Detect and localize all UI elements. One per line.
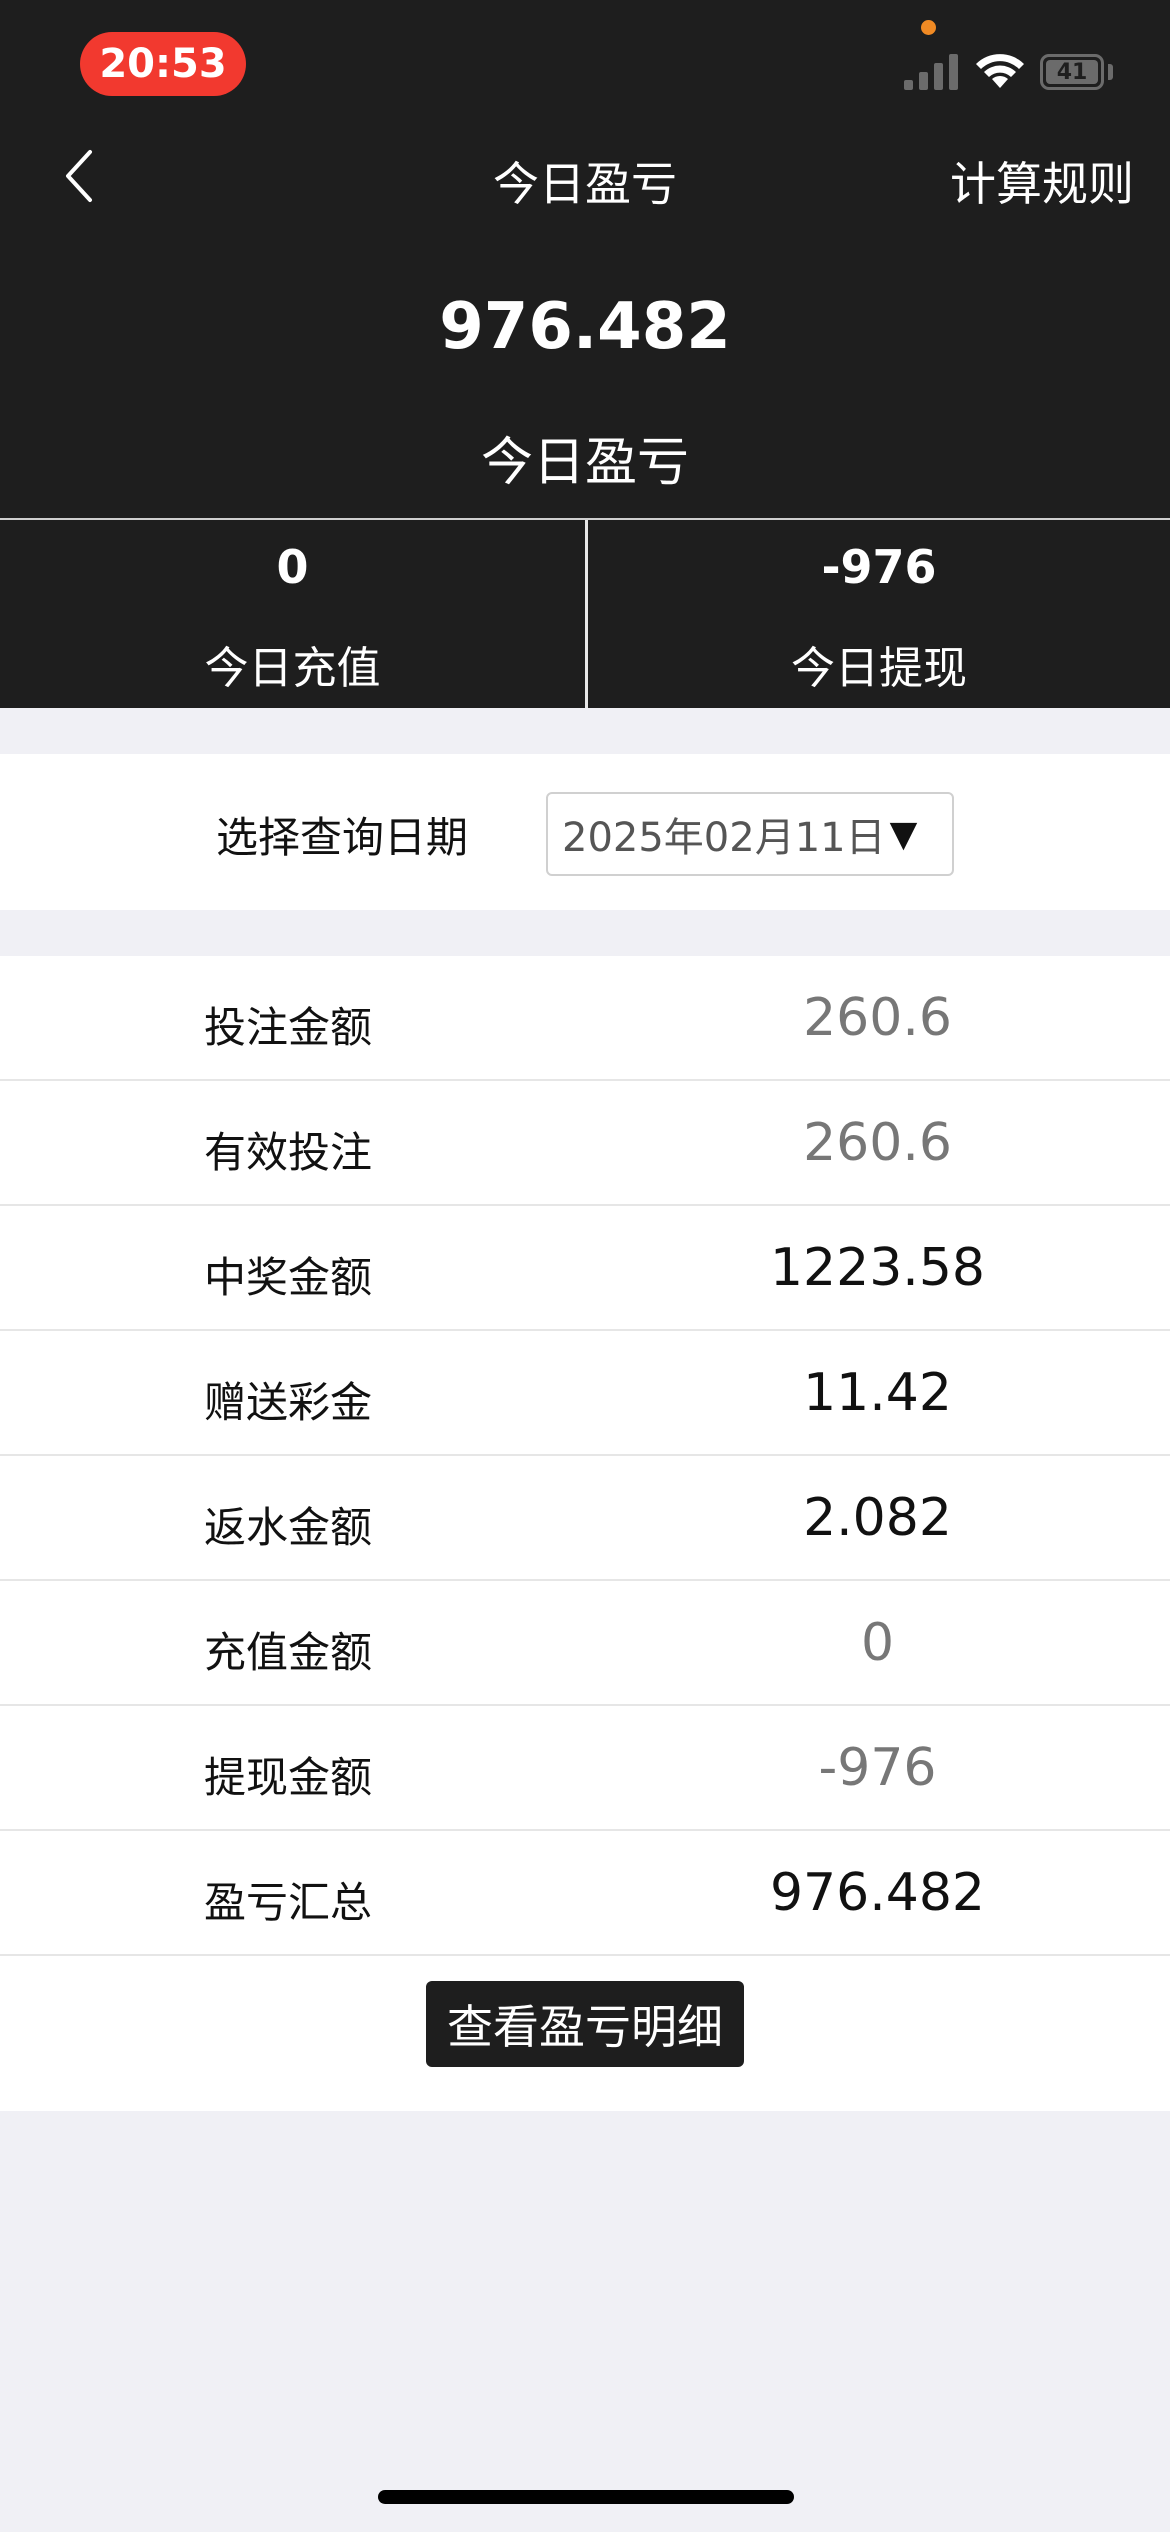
row-value: 260.6 [803,1113,952,1173]
view-profit-details-button[interactable]: 查看盈亏明细 [426,1981,744,2067]
row-label: 投注金额 [204,1003,373,1052]
row-label: 盈亏汇总 [204,1878,373,1927]
today-stats: 0 今日充值 -976 今日提现 [0,518,1170,708]
row-label: 充值金额 [204,1628,373,1677]
table-row-profit-total: 盈亏汇总 976.482 [0,1831,1170,1956]
row-label: 有效投注 [204,1128,373,1177]
privacy-indicator-dot [921,20,936,35]
home-indicator[interactable] [378,2490,794,2504]
stat-withdraw: -976 今日提现 [585,520,1170,708]
row-value: 2.082 [803,1488,952,1548]
table-row-winnings: 中奖金额 1223.58 [0,1206,1170,1331]
battery-cap [1108,64,1113,80]
today-profit-summary: 976.482 今日盈亏 [0,220,1170,518]
calculation-rules-link[interactable]: 计算规则 [950,148,1134,214]
status-bar: 20:53 41 [0,0,1170,130]
row-value: 11.42 [803,1363,952,1423]
stat-recharge-label: 今日充值 [204,643,381,694]
today-profit-value: 976.482 [439,290,731,364]
table-row-bonus: 赠送彩金 11.42 [0,1331,1170,1456]
row-value: 0 [860,1613,895,1673]
table-row-recharge: 充值金额 0 [0,1581,1170,1706]
row-label: 赠送彩金 [204,1378,373,1427]
row-value: 976.482 [769,1863,986,1923]
row-label: 提现金额 [204,1753,373,1802]
date-filter-label: 选择查询日期 [216,813,469,862]
dropdown-arrow-icon: ▼ [889,813,918,855]
row-value: 260.6 [803,988,952,1048]
date-filter: 选择查询日期 2025年02月11日 ▼ [0,754,1170,910]
battery-level: 41 [1046,60,1098,85]
row-value: 1223.58 [769,1238,986,1298]
today-profit-label: 今日盈亏 [480,433,689,493]
stat-withdraw-value: -976 [821,540,937,594]
date-select[interactable]: 2025年02月11日 ▼ [546,792,954,876]
status-time: 20:53 [80,32,246,96]
signal-icon [904,54,958,90]
nav-bar: 今日盈亏 计算规则 [0,130,1170,220]
table-row-valid-bet: 有效投注 260.6 [0,1081,1170,1206]
table-row-rebate: 返水金额 2.082 [0,1456,1170,1581]
stat-recharge-value: 0 [276,540,309,594]
date-select-value: 2025年02月11日 [562,815,886,861]
profit-table: 投注金额 260.6 有效投注 260.6 中奖金额 1223.58 赠送彩金 … [0,956,1170,2111]
stat-recharge: 0 今日充值 [0,520,585,708]
detail-button-area: 查看盈亏明细 [0,1956,1170,2111]
battery-icon: 41 [1040,54,1104,90]
table-row-bet-amount: 投注金额 260.6 [0,956,1170,1081]
row-value: -976 [818,1738,937,1798]
wifi-icon [976,54,1024,88]
stat-withdraw-label: 今日提现 [791,643,967,694]
row-label: 返水金额 [204,1503,373,1552]
row-label: 中奖金额 [204,1253,373,1302]
table-row-withdraw: 提现金额 -976 [0,1706,1170,1831]
